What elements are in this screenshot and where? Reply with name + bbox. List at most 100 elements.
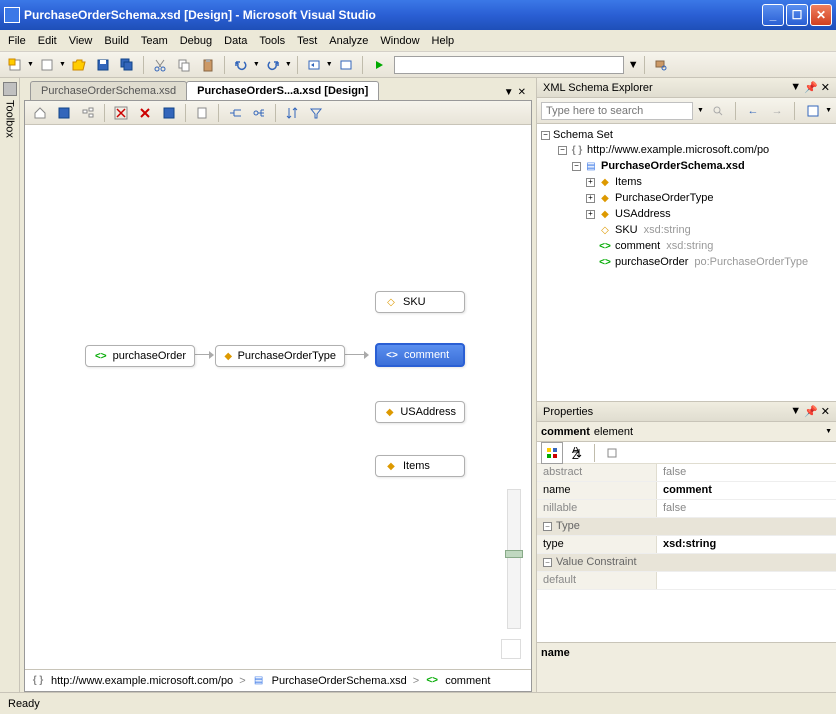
clear-button[interactable] — [134, 102, 156, 124]
nav-forward-button[interactable] — [335, 54, 357, 76]
menu-analyze[interactable]: Analyze — [329, 35, 368, 47]
panel-close-icon[interactable]: ✕ — [821, 405, 830, 418]
layout-lr-button[interactable] — [224, 102, 246, 124]
tree-comment[interactable]: <>commentxsd:string — [541, 238, 832, 254]
expand-icon[interactable]: + — [586, 194, 595, 203]
alphabetical-button[interactable]: AZ — [566, 442, 588, 464]
tab-design[interactable]: PurchaseOrderS...a.xsd [Design] — [186, 81, 379, 100]
node-sku[interactable]: ◇ SKU — [375, 291, 465, 313]
menu-build[interactable]: Build — [104, 35, 128, 47]
menu-view[interactable]: View — [69, 35, 93, 47]
prop-category-vc[interactable]: −Value Constraint — [537, 554, 836, 572]
paste-button[interactable] — [197, 54, 219, 76]
tab-source[interactable]: PurchaseOrderSchema.xsd — [30, 81, 187, 100]
collapse-icon[interactable]: − — [543, 558, 552, 567]
design-canvas[interactable]: <> purchaseOrder ◆ PurchaseOrderType ◇ S… — [25, 125, 531, 669]
panel-menu-icon[interactable]: ▼ — [790, 405, 801, 418]
nav-back-icon[interactable]: ← — [743, 100, 763, 122]
breadcrumb-element[interactable]: comment — [445, 675, 490, 687]
save-diagram-button[interactable] — [158, 102, 180, 124]
sort-button[interactable] — [281, 102, 303, 124]
config-dropdown-icon[interactable]: ▼ — [628, 59, 639, 71]
property-pages-button[interactable] — [601, 442, 623, 464]
content-model-button[interactable] — [53, 102, 75, 124]
toolbox-tab[interactable]: Toolbox — [0, 78, 20, 692]
zoom-handle[interactable] — [505, 550, 523, 558]
node-comment[interactable]: <> comment — [375, 343, 465, 367]
menu-data[interactable]: Data — [224, 35, 247, 47]
tree-po[interactable]: <>purchaseOrderpo:PurchaseOrderType — [541, 254, 832, 270]
save-button[interactable] — [92, 54, 114, 76]
new-project-button[interactable]: ▼ — [4, 54, 34, 76]
copy-button[interactable] — [173, 54, 195, 76]
config-combo[interactable] — [394, 56, 624, 74]
redo-button[interactable]: ▼ — [262, 54, 292, 76]
categorized-button[interactable] — [541, 442, 563, 464]
nav-fwd-icon[interactable]: → — [767, 100, 787, 122]
collapse-icon[interactable]: − — [541, 131, 550, 140]
menu-team[interactable]: Team — [141, 35, 168, 47]
find-button[interactable] — [650, 54, 672, 76]
home-view-button[interactable] — [29, 102, 51, 124]
tree-items[interactable]: +◆Items — [541, 174, 832, 190]
collapse-icon[interactable]: − — [572, 162, 581, 171]
tree-namespace[interactable]: −{ }http://www.example.microsoft.com/po — [541, 142, 832, 158]
filter-button[interactable] — [305, 102, 327, 124]
prop-row-type[interactable]: typexsd:string — [537, 536, 836, 554]
open-button[interactable] — [68, 54, 90, 76]
expand-icon[interactable]: + — [586, 210, 595, 219]
prop-row-name[interactable]: namecomment — [537, 482, 836, 500]
remove-button[interactable] — [110, 102, 132, 124]
prop-row-nillable[interactable]: nillablefalse — [537, 500, 836, 518]
tree-usa[interactable]: +◆USAddress — [541, 206, 832, 222]
properties-grid[interactable]: abstractfalse namecomment nillablefalse … — [537, 464, 836, 642]
node-purchaseorder[interactable]: <> purchaseOrder — [85, 345, 195, 367]
show-doc-button[interactable] — [191, 102, 213, 124]
menu-file[interactable]: File — [8, 35, 26, 47]
tree-file[interactable]: −▤PurchaseOrderSchema.xsd — [541, 158, 832, 174]
properties-subject[interactable]: comment element ▼ — [537, 422, 836, 442]
menu-tools[interactable]: Tools — [259, 35, 285, 47]
maximize-button[interactable]: ☐ — [786, 4, 808, 26]
add-item-button[interactable]: ▼ — [36, 54, 66, 76]
undo-button[interactable]: ▼ — [230, 54, 260, 76]
menu-test[interactable]: Test — [297, 35, 317, 47]
panel-menu-icon[interactable]: ▼ — [790, 81, 801, 94]
menu-help[interactable]: Help — [432, 35, 455, 47]
tree-root[interactable]: −Schema Set — [541, 128, 832, 142]
prop-row-abstract[interactable]: abstractfalse — [537, 464, 836, 482]
menu-debug[interactable]: Debug — [180, 35, 212, 47]
tree-sku[interactable]: ◇SKUxsd:string — [541, 222, 832, 238]
node-usaddress[interactable]: ◆ USAddress — [375, 401, 465, 423]
zoom-reset-button[interactable] — [501, 639, 521, 659]
tab-close-icon[interactable]: ✕ — [518, 87, 526, 98]
nav-back-button[interactable]: ▼ — [303, 54, 333, 76]
menu-window[interactable]: Window — [380, 35, 419, 47]
panel-pin-icon[interactable]: 📌 — [804, 81, 818, 94]
start-debug-button[interactable] — [368, 54, 390, 76]
breadcrumb-ns[interactable]: http://www.example.microsoft.com/po — [51, 675, 233, 687]
breadcrumb-file[interactable]: PurchaseOrderSchema.xsd — [272, 675, 407, 687]
collapse-icon[interactable]: − — [558, 146, 567, 155]
node-items[interactable]: ◆ Items — [375, 455, 465, 477]
explorer-search-input[interactable] — [541, 102, 693, 120]
close-button[interactable]: ✕ — [810, 4, 832, 26]
menu-edit[interactable]: Edit — [38, 35, 57, 47]
panel-pin-icon[interactable]: 📌 — [804, 405, 818, 418]
prop-category-type[interactable]: −Type — [537, 518, 836, 536]
layout-tb-button[interactable] — [248, 102, 270, 124]
collapse-icon[interactable]: − — [543, 522, 552, 531]
explorer-options-button[interactable]: ▼ — [802, 100, 832, 122]
node-purchaseordertype[interactable]: ◆ PurchaseOrderType — [215, 345, 345, 367]
expand-icon[interactable]: + — [586, 178, 595, 187]
prop-row-default[interactable]: default — [537, 572, 836, 590]
save-all-button[interactable] — [116, 54, 138, 76]
schema-tree[interactable]: −Schema Set −{ }http://www.example.micro… — [537, 124, 836, 401]
search-go-button[interactable] — [708, 100, 728, 122]
panel-close-icon[interactable]: ✕ — [821, 81, 830, 94]
dropdown-icon[interactable]: ▼ — [825, 428, 832, 435]
minimize-button[interactable]: _ — [762, 4, 784, 26]
cut-button[interactable] — [149, 54, 171, 76]
tab-menu-icon[interactable]: ▼ — [504, 87, 514, 98]
search-dropdown-icon[interactable]: ▼ — [697, 107, 704, 114]
